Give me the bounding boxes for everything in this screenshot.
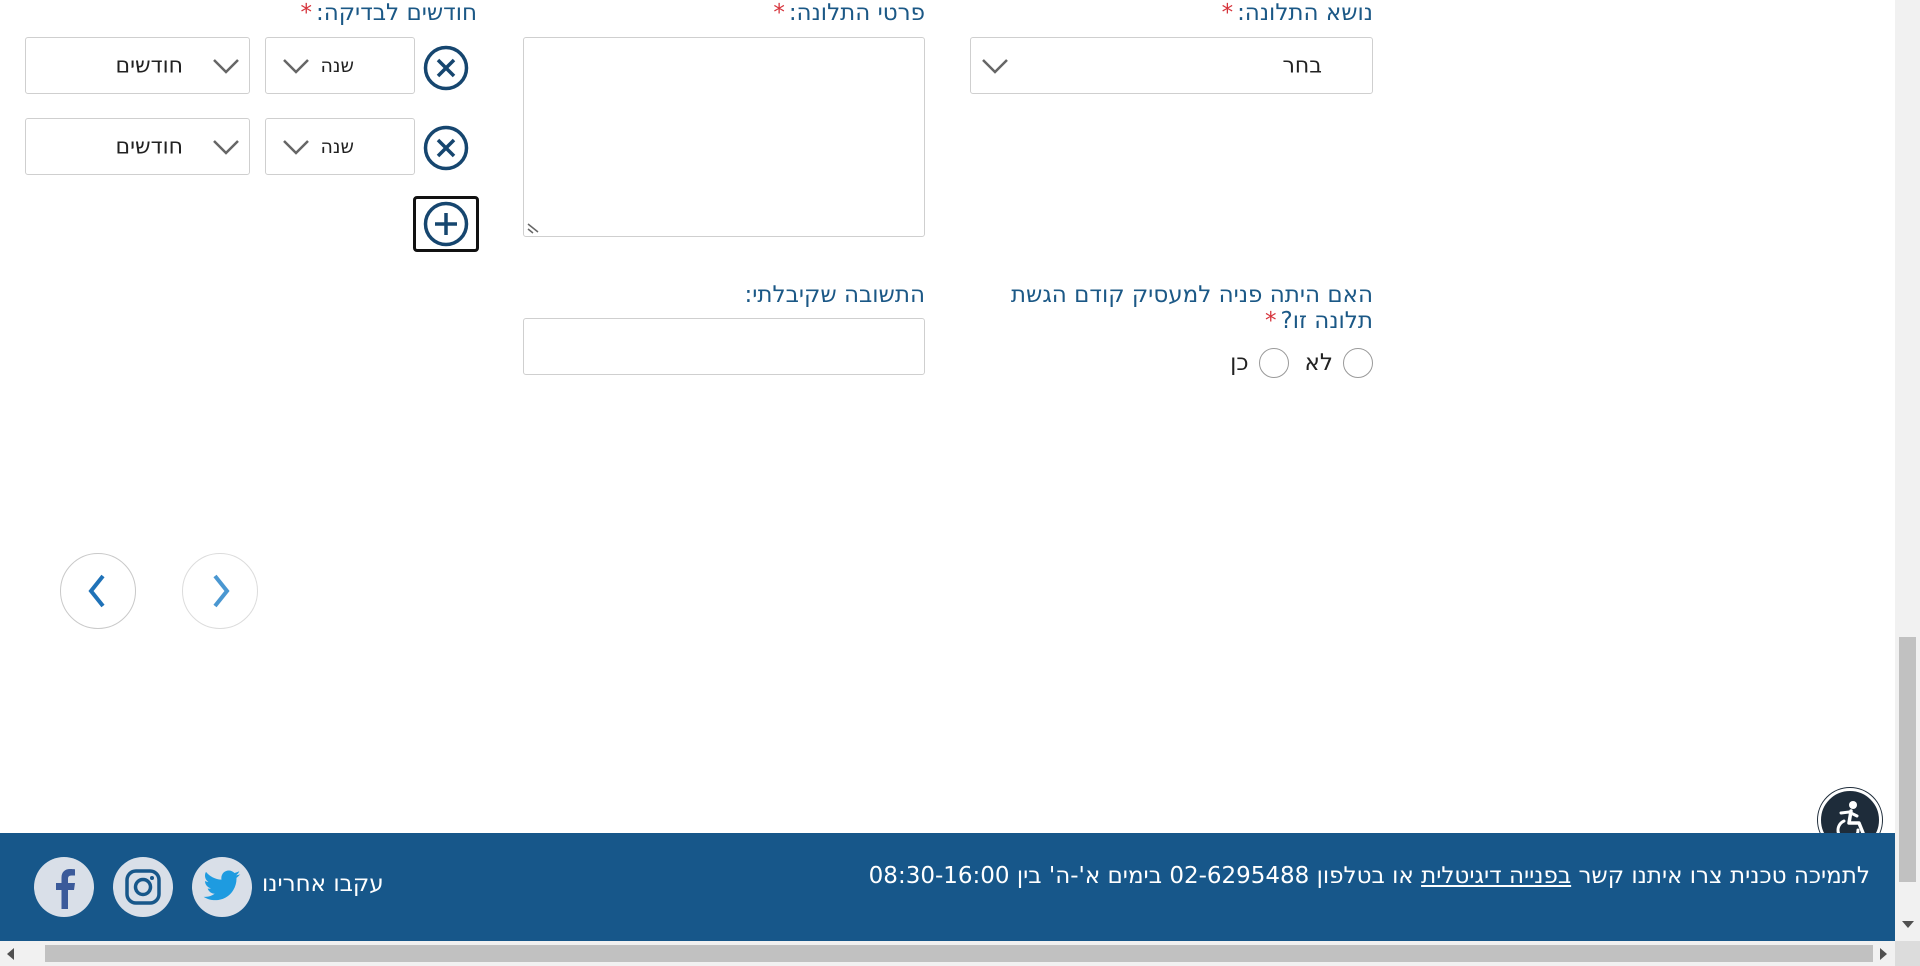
remove-row-button[interactable] xyxy=(422,44,470,92)
radio-no[interactable] xyxy=(1343,348,1373,378)
year-select-value: שנה xyxy=(320,135,354,158)
details-label-text: פרטי התלונה: xyxy=(788,0,925,26)
facebook-button[interactable] xyxy=(34,857,94,917)
scrollbar-corner xyxy=(1895,941,1920,966)
subject-select[interactable]: בחר xyxy=(970,37,1373,94)
vertical-scrollbar[interactable] xyxy=(1895,0,1920,941)
response-label: התשובה שקיבלתי: xyxy=(525,282,925,308)
chevron-down-icon xyxy=(213,139,239,155)
prev-button[interactable] xyxy=(60,553,136,629)
required-mark: * xyxy=(773,0,785,26)
chevron-right-icon xyxy=(213,574,230,608)
response-label-text: התשובה שקיבלתי: xyxy=(744,282,925,308)
months-select[interactable]: חודשים xyxy=(25,37,250,94)
details-label: פרטי התלונה:* xyxy=(525,0,925,26)
subject-select-value: בחר xyxy=(1282,53,1322,78)
next-button[interactable] xyxy=(182,553,258,629)
digital-contact-link[interactable]: בפנייה דיגיטלית xyxy=(1421,863,1571,889)
close-circle-icon xyxy=(423,125,469,171)
required-mark: * xyxy=(1221,0,1234,26)
add-row-button[interactable] xyxy=(413,196,479,252)
horizontal-scrollbar[interactable] xyxy=(0,941,1895,966)
instagram-button[interactable] xyxy=(113,857,173,917)
chevron-left-icon xyxy=(88,574,105,608)
prior-contact-label-line2: תלונה זו? xyxy=(1280,308,1373,334)
vertical-scroll-thumb[interactable] xyxy=(1899,637,1916,882)
twitter-button[interactable] xyxy=(192,857,252,917)
subject-label: נושא התלונה:* xyxy=(953,0,1373,26)
year-select[interactable]: שנה xyxy=(265,118,415,175)
radio-yes-label: כן xyxy=(1230,350,1249,376)
close-circle-icon xyxy=(423,45,469,91)
response-input[interactable] xyxy=(523,318,925,375)
chevron-down-icon xyxy=(283,139,309,155)
support-suffix: או בטלפון 02-6295488 בימים א'-ה' בין 08:… xyxy=(868,863,1414,889)
remove-row-button[interactable] xyxy=(422,124,470,172)
prior-contact-label-line2-wrap: תלונה זו?* xyxy=(953,308,1373,334)
footer: לתמיכה טכנית צרו איתנו קשר בפנייה דיגיטל… xyxy=(0,833,1895,941)
resize-handle-icon[interactable] xyxy=(526,220,540,234)
support-text: לתמיכה טכנית צרו איתנו קשר בפנייה דיגיטל… xyxy=(869,863,1870,889)
months-select-value: חודשים xyxy=(115,134,183,159)
chevron-down-icon xyxy=(982,58,1008,74)
scroll-down-arrow-icon[interactable] xyxy=(1902,921,1914,928)
required-mark: * xyxy=(300,0,312,26)
prior-contact-label-line1: האם היתה פניה למעסיק קודם הגשת xyxy=(1010,282,1373,308)
plus-circle-icon xyxy=(423,201,469,247)
horizontal-scroll-thumb[interactable] xyxy=(45,945,1873,962)
scroll-left-arrow-icon[interactable] xyxy=(7,948,14,960)
follow-us-label: עקבו אחרינו xyxy=(262,871,384,897)
radio-no-label: לא xyxy=(1304,350,1333,376)
details-textarea[interactable] xyxy=(523,37,925,237)
instagram-icon xyxy=(125,869,161,905)
chevron-down-icon xyxy=(283,58,309,74)
subject-label-text: נושא התלונה: xyxy=(1237,0,1373,26)
months-label-text: חודשים לבדיקה: xyxy=(315,0,477,26)
radio-yes[interactable] xyxy=(1258,348,1289,378)
months-select[interactable]: חודשים xyxy=(25,118,250,175)
twitter-icon xyxy=(203,870,241,901)
months-label: חודשים לבדיקה:* xyxy=(177,0,477,26)
form-page: נושא התלונה:* בחר פרטי התלונה:* חודשים ל… xyxy=(0,0,1920,966)
chevron-down-icon xyxy=(213,58,239,74)
prior-contact-label: האם היתה פניה למעסיק קודם הגשת תלונה זו?… xyxy=(953,282,1373,334)
months-select-value: חודשים xyxy=(115,53,183,78)
prior-contact-options: לא כן xyxy=(1214,348,1373,378)
year-select-value: שנה xyxy=(320,54,354,77)
facebook-icon xyxy=(56,869,75,909)
support-prefix: לתמיכה טכנית צרו איתנו קשר xyxy=(1578,863,1870,889)
year-select[interactable]: שנה xyxy=(265,37,415,94)
required-mark: * xyxy=(1265,308,1277,334)
scroll-right-arrow-icon[interactable] xyxy=(1880,948,1887,960)
